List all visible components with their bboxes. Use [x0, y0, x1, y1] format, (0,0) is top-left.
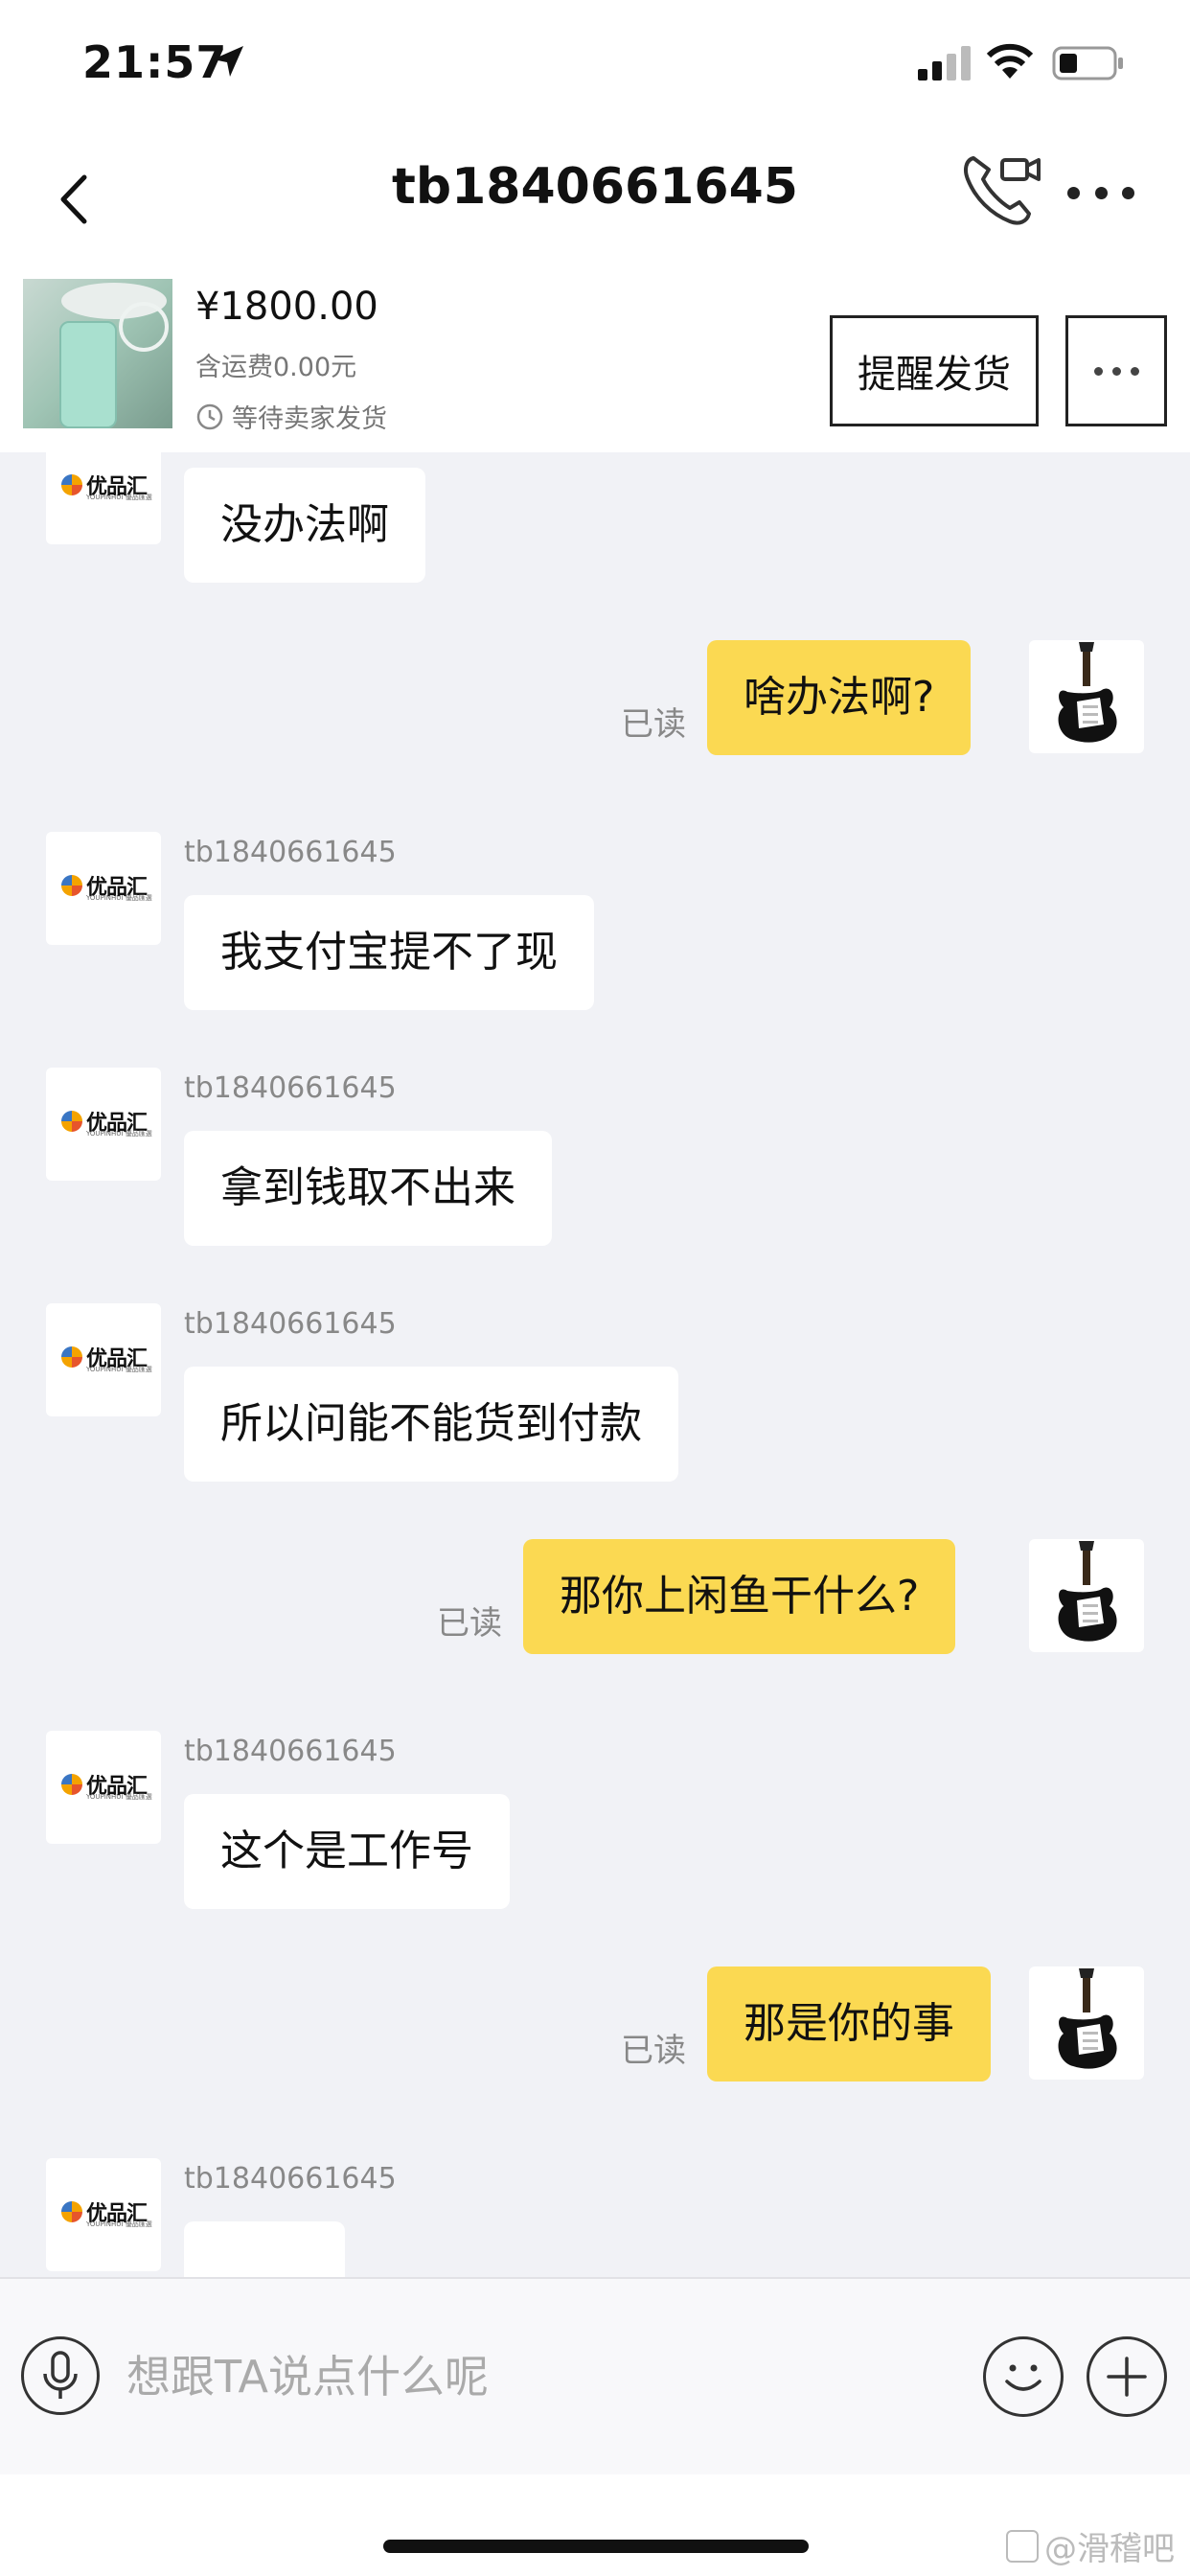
guitar-icon	[1058, 642, 1117, 743]
watermark-text: @滑稽吧	[1044, 2530, 1175, 2568]
guitar-icon	[1058, 1541, 1117, 1642]
message-bubble-incoming[interactable]: 拿到钱取不出来	[184, 1131, 552, 1246]
message-bubble-outgoing[interactable]: 那是你的事	[707, 1966, 991, 2082]
sender-name: tb1840661645	[184, 1071, 397, 1105]
nav-bar: tb1840661645	[0, 129, 1190, 273]
seller-avatar[interactable]: 优品汇 YOUPINHUI 優品匯選	[46, 2158, 161, 2271]
location-arrow-icon	[213, 46, 243, 77]
dot	[1094, 186, 1108, 199]
product-price: ¥1800.00	[195, 285, 378, 329]
watermark: @滑稽吧	[1006, 2522, 1175, 2569]
user-avatar[interactable]	[1029, 1966, 1144, 2080]
message-bubble-incoming[interactable]	[184, 2221, 345, 2277]
seller-avatar[interactable]: 优品汇 YOUPINHUI 優品匯選	[46, 1303, 161, 1416]
smiley-icon	[1005, 2364, 1041, 2391]
message-bubble-outgoing[interactable]: 那你上闲鱼干什么?	[523, 1539, 956, 1654]
message-bubble-outgoing[interactable]: 啥办法啊?	[707, 640, 972, 755]
seller-avatar[interactable]: 优品汇 YOUPINHUI 優品匯選	[46, 1731, 161, 1844]
sender-name: tb1840661645	[184, 1735, 397, 1768]
home-indicator[interactable]	[383, 2540, 809, 2553]
order-status: 等待卖家发货	[195, 398, 387, 435]
read-receipt: 已读	[621, 2032, 686, 2070]
youpinhui-logo: 优品汇 YOUPINHUI 優品匯選	[61, 870, 152, 902]
shipping-fee: 含运费0.00元	[195, 353, 357, 382]
dot	[1130, 366, 1139, 376]
more-actions-button[interactable]	[1087, 2336, 1167, 2417]
sender-name: tb1840661645	[184, 1307, 397, 1341]
emoji-button[interactable]	[983, 2336, 1064, 2417]
bottom-safe-area: @滑稽吧	[0, 2474, 1190, 2576]
chat-messages[interactable]: 优品汇 YOUPINHUI 優品匯選 没办法啊 已读 啥办法啊? 优品汇 YOUPI…	[0, 452, 1190, 2277]
youpinhui-logo: 优品汇 YOUPINHUI 優品匯選	[61, 1769, 152, 1801]
order-status-text: 等待卖家发货	[232, 404, 387, 434]
product-card[interactable]: ¥1800.00 含运费0.00元 等待卖家发货 提醒发货	[0, 273, 1190, 452]
dot	[1111, 366, 1121, 376]
watermark-logo-icon	[1006, 2529, 1039, 2563]
youpinhui-logo: 优品汇 YOUPINHUI 優品匯選	[61, 2196, 152, 2228]
cellular-signal-icon	[918, 46, 971, 80]
battery-icon	[1052, 46, 1123, 80]
message-bubble-incoming[interactable]: 我支付宝提不了现	[184, 895, 594, 1010]
dot	[1093, 366, 1103, 376]
seller-avatar[interactable]: 优品汇 YOUPINHUI 優品匯選	[46, 832, 161, 945]
message-input[interactable]	[125, 2336, 952, 2417]
status-time: 21:57	[82, 36, 228, 88]
product-thumbnail[interactable]	[23, 279, 172, 428]
seller-avatar[interactable]: 优品汇 YOUPINHUI 優品匯選	[46, 452, 161, 544]
youpinhui-logo: 优品汇 YOUPINHUI 優品匯選	[61, 1342, 152, 1373]
cable-shape	[119, 302, 169, 352]
call-button[interactable]	[960, 150, 1042, 227]
seller-avatar[interactable]: 优品汇 YOUPINHUI 優品匯選	[46, 1068, 161, 1181]
phone-shape	[59, 321, 117, 428]
sender-name: tb1840661645	[184, 2162, 397, 2196]
clock-icon	[196, 403, 223, 429]
plus-icon	[1107, 2357, 1147, 2397]
user-avatar[interactable]	[1029, 1539, 1144, 1652]
message-bubble-incoming[interactable]: 这个是工作号	[184, 1794, 510, 1909]
dot	[1122, 186, 1134, 199]
more-options-button[interactable]	[1067, 173, 1134, 212]
composer-bar	[0, 2277, 1190, 2476]
voice-button[interactable]	[21, 2336, 100, 2415]
wifi-icon	[986, 43, 1034, 79]
phone-video-icon	[964, 156, 1041, 225]
read-receipt: 已读	[621, 705, 686, 744]
dot	[1067, 186, 1080, 199]
product-more-button[interactable]	[1065, 315, 1167, 426]
remind-ship-button[interactable]: 提醒发货	[830, 315, 1039, 426]
microphone-icon	[43, 2351, 78, 2399]
status-bar: 21:57	[0, 0, 1190, 129]
message-bubble-incoming[interactable]: 所以问能不能货到付款	[184, 1367, 678, 1482]
youpinhui-logo: 优品汇 YOUPINHUI 優品匯選	[61, 1106, 152, 1138]
sender-name: tb1840661645	[184, 836, 397, 869]
youpinhui-logo: 优品汇 YOUPINHUI 優品匯選	[61, 470, 152, 501]
read-receipt: 已读	[437, 1604, 502, 1643]
user-avatar[interactable]	[1029, 640, 1144, 753]
guitar-icon	[1058, 1968, 1117, 2069]
message-bubble-incoming[interactable]: 没办法啊	[184, 468, 425, 583]
